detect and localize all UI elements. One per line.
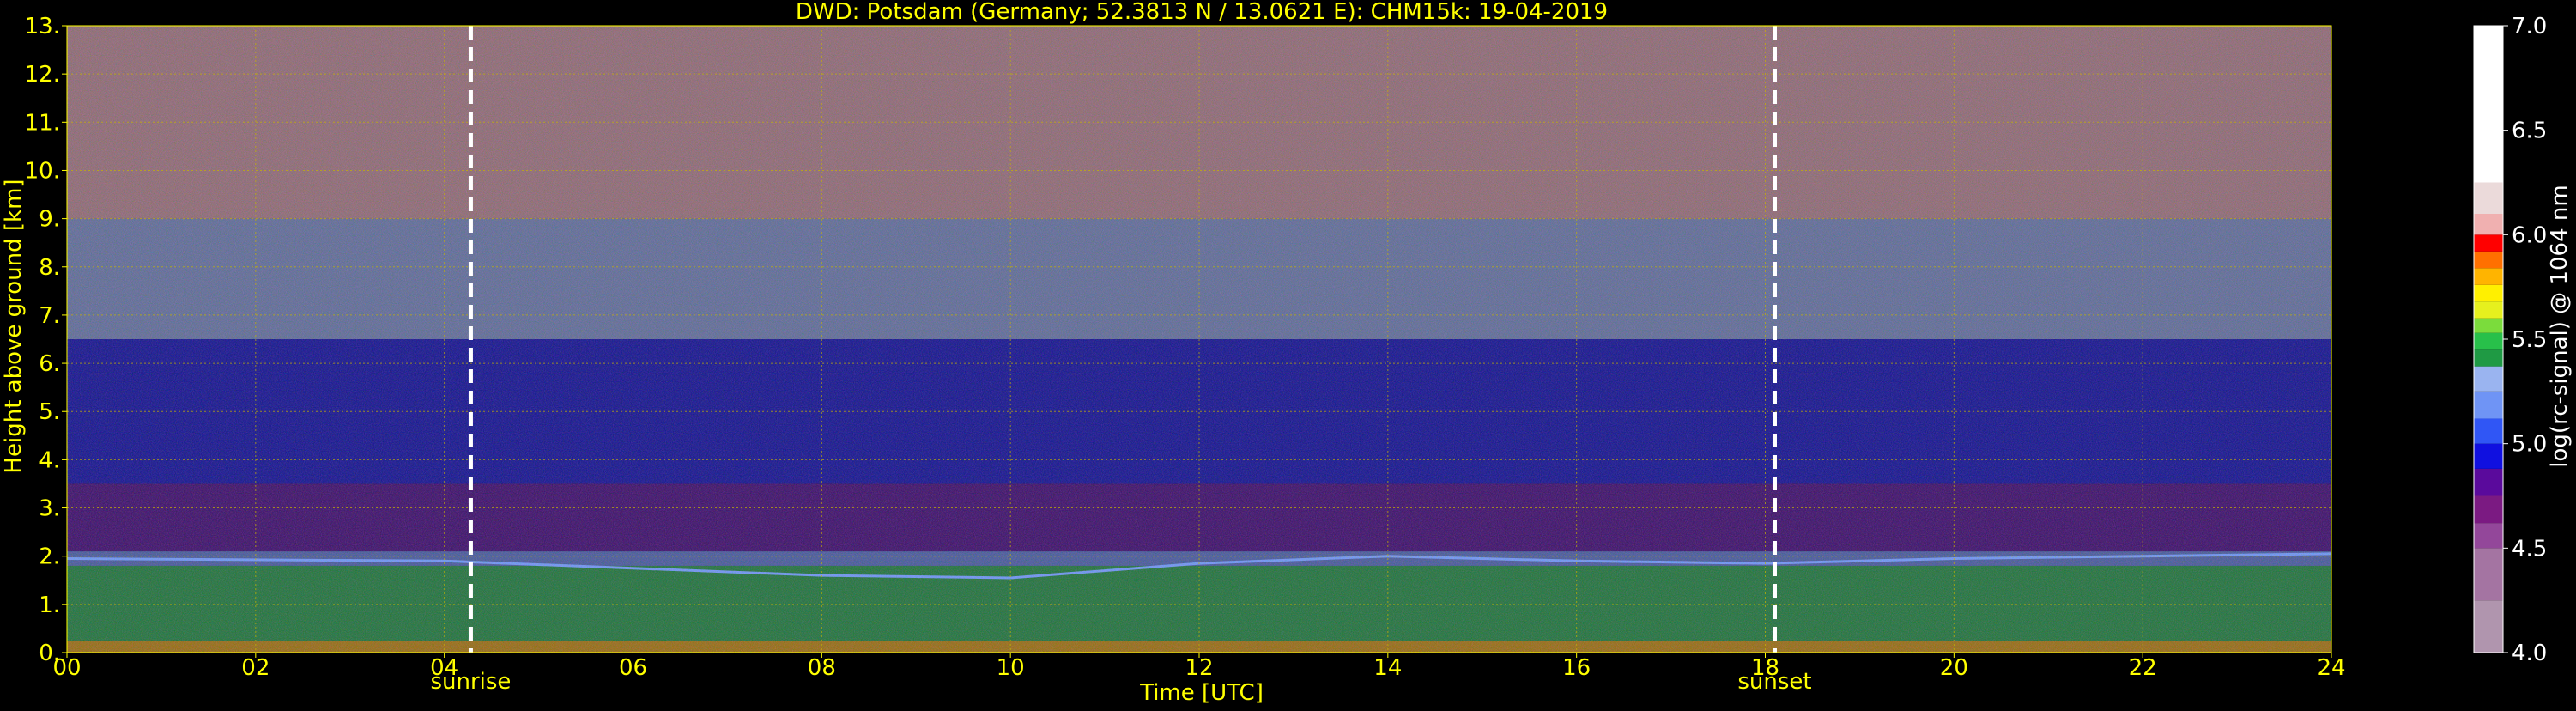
- y-tick-label: 3.: [39, 496, 60, 522]
- colorbar-tick-label: 5.0: [2512, 432, 2547, 458]
- y-tick-label: 10.: [25, 158, 60, 184]
- x-tick-label: 06: [619, 655, 647, 681]
- x-tick-label: 18: [1751, 655, 1779, 681]
- y-tick-label: 5.: [39, 399, 60, 425]
- y-axis-label: Height above ground [km]: [1, 179, 27, 473]
- x-tick-label: 20: [1940, 655, 1968, 681]
- x-tick-label: 24: [2317, 655, 2345, 681]
- y-tick-label: 9.: [39, 207, 60, 233]
- colorbar: 4.0 4.5 5.0 5.5 6.0 6.5 7.0: [2473, 14, 2547, 666]
- colorbar-segment: [2474, 234, 2503, 252]
- colorbar-segment: [2474, 26, 2503, 183]
- y-tick-label: 8.: [39, 255, 60, 281]
- colorbar-segment: [2474, 418, 2503, 444]
- colorbar-segment: [2474, 468, 2503, 496]
- colorbar-segment: [2474, 182, 2503, 214]
- colorbar-segment: [2474, 214, 2503, 235]
- x-tick-label: 08: [808, 655, 836, 681]
- colorbar-segment: [2474, 251, 2503, 269]
- colorbar-tick-label: 4.5: [2512, 536, 2547, 562]
- y-tick-label: 12.: [25, 62, 60, 88]
- colorbar-segment: [2474, 284, 2503, 302]
- y-tick-label: 2.: [39, 544, 60, 570]
- colorbar-segment: [2474, 600, 2503, 653]
- x-tick-label: 12: [1185, 655, 1213, 681]
- colorbar-tick-label: 6.0: [2512, 222, 2547, 248]
- y-tick-label: 1.: [39, 592, 60, 618]
- y-tick-label: 4.: [39, 447, 60, 473]
- x-tick-label: 22: [2129, 655, 2157, 681]
- colorbar-tick-label: 7.0: [2512, 14, 2547, 40]
- colorbar-tick-label: 4.0: [2512, 641, 2547, 666]
- x-tick-label: 02: [241, 655, 270, 681]
- chart-title: DWD: Potsdam (Germany; 52.3813 N / 13.06…: [796, 0, 1608, 25]
- colorbar-segment: [2474, 318, 2503, 333]
- x-tick-label: 16: [1562, 655, 1591, 681]
- ceilometer-chart: sunrise sunset 00 02 04 06 08 10 12 14 16 18 20 22 24…: [0, 0, 2576, 708]
- x-tick-label: 14: [1373, 655, 1402, 681]
- colorbar-label: log(rc-signal) @ 1064 nm: [2547, 185, 2573, 467]
- y-tick-label: 6.: [39, 351, 60, 377]
- y-tick-label: 0.: [39, 641, 60, 666]
- y-tick-label: 7.: [39, 303, 60, 329]
- x-tick-label: 10: [997, 655, 1025, 681]
- x-tick-label: 04: [430, 655, 458, 681]
- colorbar-segment: [2474, 268, 2503, 285]
- colorbar-segment: [2474, 391, 2503, 419]
- colorbar-segment: [2474, 366, 2503, 392]
- colorbar-segment: [2474, 349, 2503, 367]
- colorbar-segment: [2474, 301, 2503, 319]
- colorbar-tick-label: 5.5: [2512, 327, 2547, 353]
- colorbar-segment: [2474, 548, 2503, 601]
- colorbar-segment: [2474, 523, 2503, 549]
- colorbar-segment: [2474, 332, 2503, 350]
- y-tick-label: 11.: [25, 110, 60, 136]
- colorbar-segment: [2474, 443, 2503, 469]
- y-tick-label: 13.: [25, 14, 60, 40]
- x-axis-label: Time [UTC]: [1139, 680, 1264, 706]
- colorbar-tick-label: 6.5: [2512, 118, 2547, 144]
- colorbar-segment: [2474, 495, 2503, 524]
- ceilometer-plot-svg: sunrise sunset 00 02 04 06 08 10 12 14 16 18 20 22 24…: [1, 0, 2573, 706]
